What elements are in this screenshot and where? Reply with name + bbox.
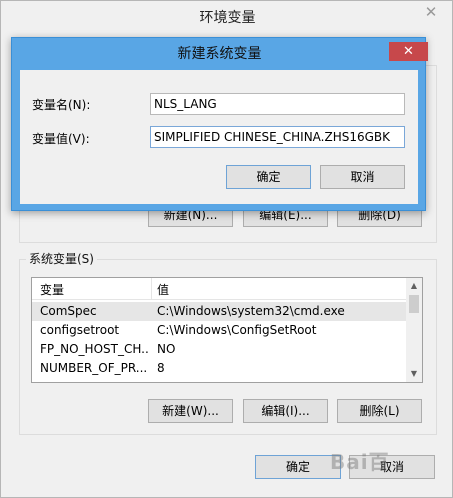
table-row[interactable]: FP_NO_HOST_CH... NO [32, 340, 406, 359]
window-title: 环境变量 [199, 10, 256, 26]
column-header-value[interactable]: 值 [157, 281, 397, 298]
dialog-title: 新建系统变量 [177, 46, 262, 62]
variable-value-input[interactable]: SIMPLIFIED CHINESE_CHINA.ZHS16GBK [150, 126, 405, 148]
system-delete-button[interactable]: 删除(L) [337, 399, 422, 423]
variable-name: NUMBER_OF_PR... [40, 361, 148, 375]
system-variables-group-label: 系统变量(S) [26, 252, 97, 267]
scroll-down-icon[interactable]: ▼ [406, 368, 422, 380]
list-header: 变量 值 [32, 278, 406, 300]
system-variables-list[interactable]: 变量 值 ComSpec C:\Windows\system32\cmd.exe… [31, 277, 423, 383]
list-scrollbar[interactable]: ▲ ▼ [406, 278, 422, 382]
scroll-up-icon[interactable]: ▲ [406, 280, 422, 292]
variable-name: ComSpec [40, 304, 97, 318]
new-system-variable-dialog: 新建系统变量 ✕ 变量名(N): NLS_LANG 变量值(V): SIMPLI… [11, 37, 428, 211]
dialog-body: 变量名(N): NLS_LANG 变量值(V): SIMPLIFIED CHIN… [20, 70, 418, 204]
dialog-cancel-button[interactable]: 取消 [320, 165, 405, 189]
variable-name-label: 变量名(N): [32, 98, 91, 112]
variable-value: C:\Windows\ConfigSetRoot [157, 323, 317, 337]
variable-value-label: 变量值(V): [32, 132, 90, 146]
system-edit-button[interactable]: 编辑(I)... [243, 399, 328, 423]
variable-name: FP_NO_HOST_CH... [40, 342, 150, 356]
baidu-watermark: Bai百 [330, 450, 390, 474]
column-divider[interactable] [151, 278, 152, 300]
dialog-close-icon[interactable]: ✕ [389, 42, 428, 61]
window-close-icon[interactable]: ✕ [409, 2, 453, 22]
variable-name-input[interactable]: NLS_LANG [150, 93, 405, 115]
system-new-button[interactable]: 新建(W)... [148, 399, 233, 423]
dialog-ok-button[interactable]: 确定 [226, 165, 311, 189]
column-header-variable[interactable]: 变量 [40, 281, 150, 298]
table-row[interactable]: NUMBER_OF_PR... 8 [32, 359, 406, 378]
variable-value: C:\Windows\system32\cmd.exe [157, 304, 345, 318]
variable-value: NO [157, 342, 176, 356]
ok-button[interactable]: 确定 [255, 455, 341, 479]
variable-name: configsetroot [40, 323, 120, 337]
variable-value: 8 [157, 361, 165, 375]
table-row[interactable]: ComSpec C:\Windows\system32\cmd.exe [32, 302, 406, 321]
scrollbar-thumb[interactable] [409, 295, 419, 313]
table-row[interactable]: configsetroot C:\Windows\ConfigSetRoot [32, 321, 406, 340]
